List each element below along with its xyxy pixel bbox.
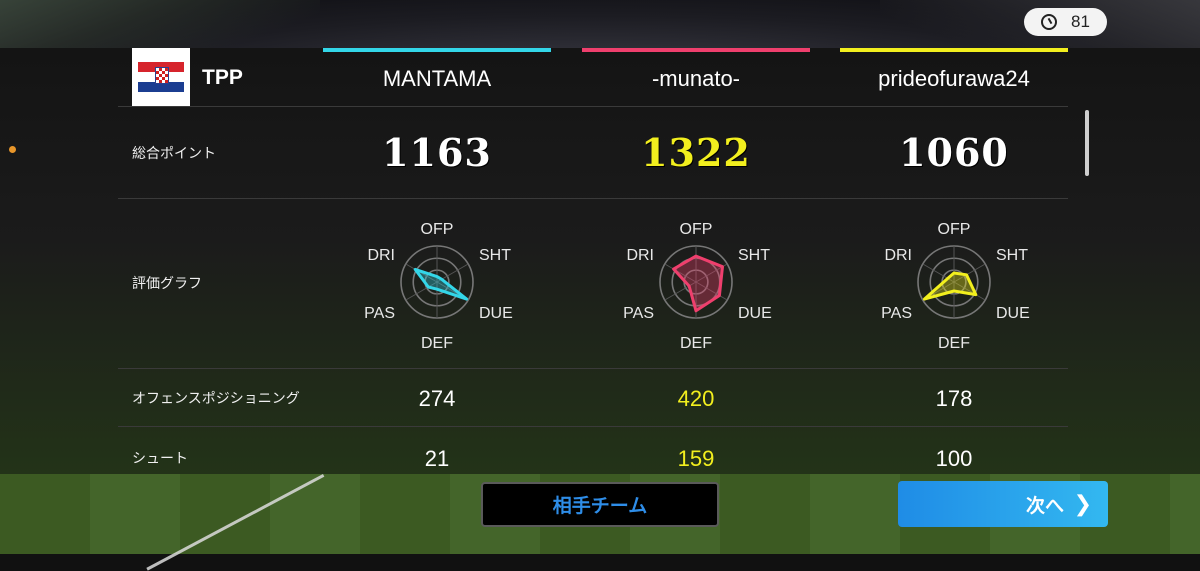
radar-axis-label: DRI — [626, 247, 654, 264]
radar-axis-label: SHT — [738, 247, 770, 264]
radar-axis-label: DRI — [367, 247, 395, 264]
radar-svg: OFP SHT DUE DEF PAS DRI — [364, 221, 513, 352]
radar-axis-label: OFP — [680, 221, 713, 238]
player-color-bar — [582, 48, 810, 52]
offense-positioning-value: 274 — [418, 386, 456, 411]
row-divider — [118, 426, 1068, 427]
croatia-flag-icon — [132, 48, 190, 106]
total-points-value: 1322 — [641, 130, 751, 175]
radar-svg: OFP SHT DUE DEF PAS DRI — [881, 221, 1030, 352]
shoot-label: シュート — [132, 451, 188, 467]
shoot-value: 21 — [424, 446, 450, 471]
player-name: MANTAMA — [382, 66, 492, 91]
next-button[interactable]: 次へ ❯ — [898, 481, 1108, 527]
next-button-label: 次へ — [1025, 494, 1064, 517]
total-points-value: 1060 — [899, 130, 1009, 175]
total-points-label: 総合ポイント — [132, 146, 216, 162]
row-divider — [118, 368, 1068, 369]
opponent-team-button[interactable]: 相手チーム — [481, 482, 719, 527]
player-color-bar — [840, 48, 1068, 52]
radar-axis-label: PAS — [364, 305, 395, 322]
player-color-bar — [323, 48, 551, 52]
rating-graph-label: 評価グラフ — [132, 276, 202, 292]
shoot-value: 159 — [677, 446, 715, 471]
radar-axis-label: DRI — [884, 247, 912, 264]
rating-radar-chart: OFP SHT DUE DEF PAS DRI — [582, 210, 810, 360]
timer-value: 81 — [1071, 12, 1090, 31]
rating-radar-chart: OFP SHT DUE DEF PAS DRI — [840, 210, 1068, 360]
player-column-header[interactable]: -munato- — [582, 48, 810, 108]
team-abbreviation: TPP — [202, 66, 243, 89]
radar-axis-label: DUE — [996, 305, 1030, 322]
offense-positioning-label: オフェンスポジショニング — [132, 391, 300, 407]
chevron-right-icon: ❯ — [1073, 492, 1092, 517]
radar-axis-label: DEF — [938, 335, 970, 352]
radar-axis-label: PAS — [881, 305, 912, 322]
offense-positioning-value: 420 — [677, 386, 715, 411]
player-name: -munato- — [651, 66, 741, 91]
radar-axis-label: SHT — [479, 247, 511, 264]
player-column-header[interactable]: MANTAMA — [323, 48, 551, 108]
player-name: prideofurawa24 — [878, 66, 1030, 91]
offense-positioning-value: 178 — [935, 386, 973, 411]
radar-series-polygon — [672, 254, 724, 313]
timer-badge: 81 — [1024, 8, 1107, 36]
row-divider — [118, 106, 1068, 107]
radar-axis-label: DEF — [680, 335, 712, 352]
radar-axis-label: OFP — [421, 221, 454, 238]
notification-dot — [9, 146, 16, 153]
row-divider — [118, 198, 1068, 199]
radar-axis-label: PAS — [623, 305, 654, 322]
radar-axis-label: SHT — [996, 247, 1028, 264]
radar-axis-label: DUE — [738, 305, 772, 322]
player-column-header[interactable]: prideofurawa24 — [840, 48, 1068, 108]
radar-axis-label: DUE — [479, 305, 513, 322]
rating-radar-chart: OFP SHT DUE DEF PAS DRI — [323, 210, 551, 360]
shoot-value: 100 — [935, 446, 973, 471]
radar-axis-label: DEF — [421, 335, 453, 352]
total-points-value: 1163 — [382, 130, 492, 175]
radar-axis-label: OFP — [938, 221, 971, 238]
radar-svg: OFP SHT DUE DEF PAS DRI — [623, 221, 772, 352]
radar-series-polygon — [922, 271, 978, 301]
stopwatch-icon — [1041, 14, 1058, 30]
scrollbar[interactable] — [1085, 110, 1089, 176]
